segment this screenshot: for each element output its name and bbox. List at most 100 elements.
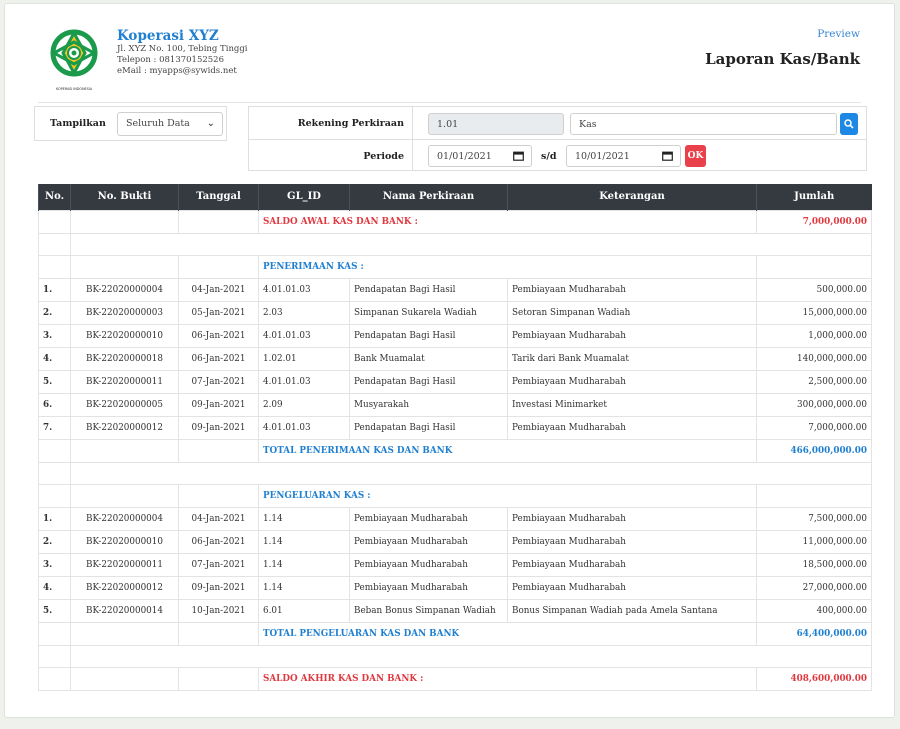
table-header-row: No. No. Bukti Tanggal GL_ID Nama Perkira… [38, 184, 872, 210]
row-number: 2. [38, 529, 71, 554]
row-gl-id: 4.01.01.03 [258, 323, 350, 348]
row-date: 06-Jan-2021 [178, 529, 259, 554]
col-header-bukti: No. Bukti [70, 184, 179, 210]
row-description: Pembiayaan Mudharabah [507, 369, 757, 394]
display-filter-select[interactable]: Seluruh Data ⌄ [117, 112, 223, 136]
row-amount: 1,000,000.00 [756, 323, 872, 348]
row-voucher: BK-22020000005 [70, 392, 179, 417]
organization-email: eMail : myapps@sywids.net [117, 66, 237, 76]
display-filter-label: Tampilkan [50, 118, 106, 129]
header-divider [38, 102, 861, 103]
account-code-field[interactable]: 1.01 [428, 113, 564, 135]
row-date: 07-Jan-2021 [178, 369, 259, 394]
row-amount: 15,000,000.00 [756, 300, 872, 325]
row-gl-id: 4.01.01.03 [258, 369, 350, 394]
display-filter-box: Tampilkan Seluruh Data ⌄ [34, 106, 227, 141]
row-account-name: Simpanan Sukarela Wadiah [349, 300, 508, 325]
row-date: 06-Jan-2021 [178, 346, 259, 371]
col-header-gl-id: GL_ID [258, 184, 350, 210]
col-header-nama: Nama Perkiraan [349, 184, 508, 210]
date-from-field[interactable]: 01/01/2021 [428, 145, 532, 167]
row-account-name: Beban Bonus Simpanan Wadiah [349, 598, 508, 623]
koperasi-logo: KOPERASI INDONESIA [50, 29, 98, 93]
receipts-total-amount: 466,000,000.00 [756, 438, 872, 463]
table-row: 1. BK-22020000004 04-Jan-2021 1.14 Pembiayaa… [38, 506, 872, 531]
row-gl-id: 1.02.01 [258, 346, 350, 371]
date-to-field[interactable]: 10/01/2021 [566, 145, 681, 167]
search-button[interactable] [840, 113, 858, 135]
row-account-name: Musyarakah [349, 392, 508, 417]
row-amount: 18,500,000.00 [756, 552, 872, 577]
row-description: Tarik dari Bank Muamalat [507, 346, 757, 371]
row-gl-id: 1.14 [258, 552, 350, 577]
payments-section-label: PENGELUARAN KAS : [258, 483, 757, 508]
payments-section-row: PENGELUARAN KAS : [38, 483, 872, 508]
table-row: 4. BK-22020000012 09-Jan-2021 1.14 Pembiayaa… [38, 575, 872, 600]
account-label: Rekening Perkiraan [297, 118, 404, 129]
account-name-field[interactable]: Kas [570, 113, 837, 135]
row-description: Pembiayaan Mudharabah [507, 415, 757, 440]
row-date: 04-Jan-2021 [178, 506, 259, 531]
period-label: Periode [363, 151, 404, 162]
row-amount: 300,000,000.00 [756, 392, 872, 417]
table-row: 6. BK-22020000005 09-Jan-2021 2.09 Musyaraka… [38, 392, 872, 417]
row-number: 1. [38, 506, 71, 531]
row-gl-id: 4.01.01.03 [258, 277, 350, 302]
receipts-section-label: PENERIMAAN KAS : [258, 254, 757, 279]
row-gl-id: 2.03 [258, 300, 350, 325]
table-row: 7. BK-22020000012 09-Jan-2021 4.01.01.03 Pen… [38, 415, 872, 440]
row-date: 07-Jan-2021 [178, 552, 259, 577]
row-amount: 7,500,000.00 [756, 506, 872, 531]
table-row: 5. BK-22020000014 10-Jan-2021 6.01 Beban Bon… [38, 598, 872, 623]
spacer-row [38, 232, 872, 256]
row-number: 6. [38, 392, 71, 417]
row-description: Pembiayaan Mudharabah [507, 323, 757, 348]
calendar-icon [662, 151, 673, 161]
date-to-value: 10/01/2021 [575, 151, 630, 162]
table-row: 3. BK-22020000010 06-Jan-2021 4.01.01.03 Pen… [38, 323, 872, 348]
row-description: Setoran Simpanan Wadiah [507, 300, 757, 325]
table-row: 2. BK-22020000010 06-Jan-2021 1.14 Pembiayaa… [38, 529, 872, 554]
account-filter-box: Rekening Perkiraan 1.01 Kas Periode 01/0… [248, 106, 867, 171]
payments-total-label: TOTAL PENGELUARAN KAS DAN BANK [258, 621, 757, 646]
organization-name: Koperasi XYZ [117, 28, 219, 44]
row-date: 10-Jan-2021 [178, 598, 259, 623]
ok-button[interactable]: OK [685, 145, 706, 167]
row-account-name: Pembiayaan Mudharabah [349, 575, 508, 600]
row-description: Pembiayaan Mudharabah [507, 575, 757, 600]
report-card: KOPERASI INDONESIA Koperasi XYZ Jl. XYZ … [4, 3, 895, 718]
organization-phone: Telepon : 081370152526 [117, 55, 224, 65]
row-number: 2. [38, 300, 71, 325]
opening-balance-label: SALDO AWAL KAS DAN BANK : [258, 209, 757, 234]
preview-link[interactable]: Preview [817, 28, 860, 40]
calendar-icon [513, 151, 524, 161]
row-description: Pembiayaan Mudharabah [507, 529, 757, 554]
col-header-jumlah: Jumlah [756, 184, 872, 210]
row-voucher: BK-22020000012 [70, 575, 179, 600]
receipt-rows: 1. BK-22020000004 04-Jan-2021 4.01.01.03 Pen… [38, 277, 872, 440]
date-from-value: 01/01/2021 [437, 151, 492, 162]
row-voucher: BK-22020000011 [70, 369, 179, 394]
row-account-name: Pendapatan Bagi Hasil [349, 415, 508, 440]
row-account-name: Pendapatan Bagi Hasil [349, 277, 508, 302]
row-voucher: BK-22020000011 [70, 552, 179, 577]
row-description: Bonus Simpanan Wadiah pada Amela Santana [507, 598, 757, 623]
row-gl-id: 6.01 [258, 598, 350, 623]
filter-col-divider [412, 107, 413, 170]
row-number: 3. [38, 552, 71, 577]
row-amount: 7,000,000.00 [756, 415, 872, 440]
row-voucher: BK-22020000004 [70, 277, 179, 302]
row-date: 09-Jan-2021 [178, 392, 259, 417]
payments-total-amount: 64,400,000.00 [756, 621, 872, 646]
opening-balance-amount: 7,000,000.00 [756, 209, 872, 234]
row-number: 3. [38, 323, 71, 348]
row-amount: 2,500,000.00 [756, 369, 872, 394]
row-amount: 140,000,000.00 [756, 346, 872, 371]
row-date: 04-Jan-2021 [178, 277, 259, 302]
col-header-no: No. [38, 184, 71, 210]
search-icon [844, 119, 854, 129]
row-gl-id: 4.01.01.03 [258, 415, 350, 440]
payment-rows: 1. BK-22020000004 04-Jan-2021 1.14 Pembiayaa… [38, 506, 872, 623]
receipts-total-row: TOTAL PENERIMAAN KAS DAN BANK 466,000,00… [38, 438, 872, 463]
row-date: 09-Jan-2021 [178, 415, 259, 440]
